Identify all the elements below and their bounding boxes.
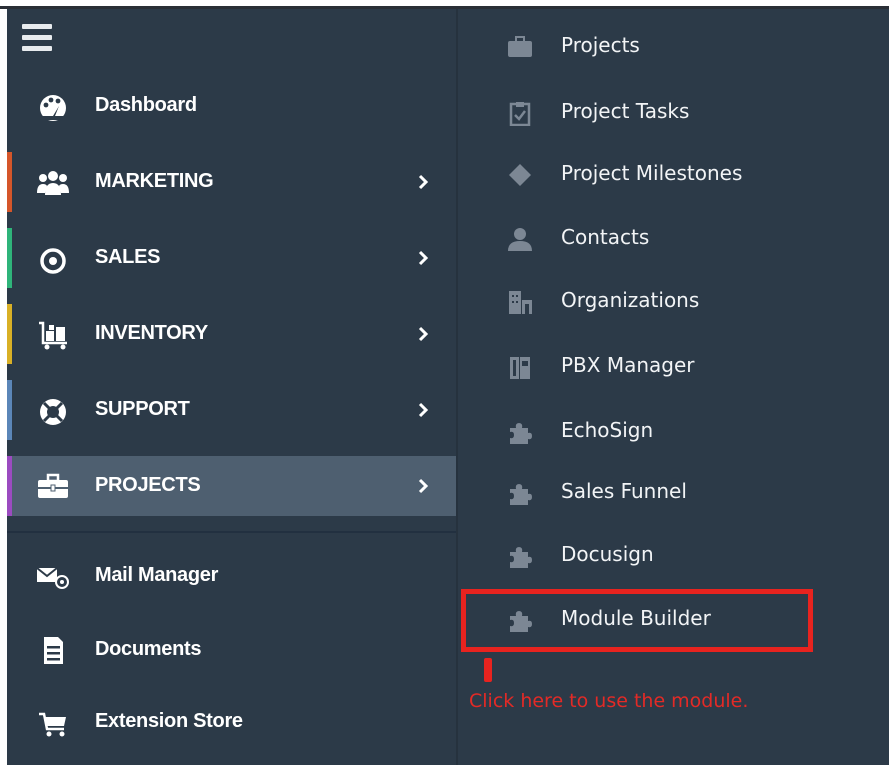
- cart-boxes-icon: [39, 321, 67, 350]
- sidebar-item-inventory[interactable]: INVENTORY: [7, 304, 456, 364]
- sidebar-item-label: SALES: [95, 246, 161, 268]
- document-icon: [44, 637, 63, 664]
- annotation-text: Click here to use the module.: [469, 690, 749, 712]
- sidebar-item-extension-store[interactable]: Extension Store: [7, 692, 456, 752]
- sidebar-item-label: INVENTORY: [95, 322, 208, 344]
- cart-icon: [39, 712, 66, 737]
- sidebar-item-documents[interactable]: Documents: [7, 620, 456, 680]
- sidebar-item-sales[interactable]: SALES: [7, 228, 456, 288]
- chevron-right-icon: [418, 326, 429, 342]
- sidebar-item-mail-manager[interactable]: Mail Manager: [7, 546, 456, 606]
- sidebar-item-label: Mail Manager: [95, 564, 219, 586]
- chevron-right-icon: [418, 402, 429, 418]
- highlight-box: [461, 589, 813, 652]
- submenu-item-project-milestones[interactable]: Project Milestones: [457, 146, 889, 204]
- lifebuoy-icon: [40, 399, 66, 425]
- sidebar-item-label: MARKETING: [95, 170, 214, 192]
- inventory-accent-bar: [7, 304, 12, 364]
- sidebar-item-label: Extension Store: [95, 710, 243, 732]
- sidebar-item-label: Documents: [95, 638, 202, 660]
- sidebar-item-label: PROJECTS: [95, 474, 201, 496]
- phone-box-icon: [510, 357, 530, 379]
- target-icon: [40, 248, 66, 274]
- submenu-item-docusign[interactable]: Docusign: [457, 527, 889, 585]
- chevron-right-icon: [418, 478, 429, 494]
- chevron-right-icon: [418, 250, 429, 266]
- submenu-item-pbx-manager[interactable]: PBX Manager: [457, 338, 889, 396]
- puzzle-icon: [510, 547, 532, 568]
- buildings-icon: [509, 291, 532, 314]
- submenu-item-label: Sales Funnel: [561, 479, 687, 503]
- person-icon: [508, 228, 532, 251]
- submenu-item-label: PBX Manager: [561, 353, 695, 377]
- submenu-item-contacts[interactable]: Contacts: [457, 210, 889, 268]
- submenu-item-label: Project Tasks: [561, 99, 690, 123]
- sales-accent-bar: [7, 228, 12, 288]
- sidebar-item-label: Dashboard: [95, 94, 197, 116]
- diamond-icon: [509, 164, 531, 186]
- sidebar-item-marketing[interactable]: MARKETING: [7, 152, 456, 212]
- briefcase-icon: [508, 36, 532, 57]
- submenu-item-projects[interactable]: Projects: [457, 18, 889, 76]
- submenu-item-project-tasks[interactable]: Project Tasks: [457, 84, 889, 142]
- annotation-pointer: [484, 658, 492, 682]
- mail-at-icon: [36, 567, 69, 589]
- sidebar-item-label: SUPPORT: [95, 398, 190, 420]
- puzzle-icon: [510, 423, 532, 444]
- submenu-item-echosign[interactable]: EchoSign: [457, 403, 889, 461]
- app-frame: Dashboard MARKETING SALES INVENTORY SUPP…: [0, 0, 889, 765]
- users-group-icon: [37, 171, 69, 195]
- submenu-item-label: Contacts: [561, 225, 650, 249]
- submenu-item-label: Docusign: [561, 542, 654, 566]
- palette-dashboard-icon: [40, 95, 66, 121]
- submenu-item-sales-funnel[interactable]: Sales Funnel: [457, 464, 889, 522]
- projects-accent-bar: [7, 456, 12, 516]
- sidebar-item-projects[interactable]: PROJECTS: [7, 456, 456, 516]
- sidebar-divider: [7, 531, 456, 533]
- sidebar-item-support[interactable]: SUPPORT: [7, 380, 456, 440]
- support-accent-bar: [7, 380, 12, 440]
- hamburger-menu-icon[interactable]: [22, 22, 52, 56]
- submenu-item-organizations[interactable]: Organizations: [457, 273, 889, 331]
- submenu-item-label: Projects: [561, 33, 640, 57]
- marketing-accent-bar: [7, 152, 12, 212]
- chevron-right-icon: [418, 174, 429, 190]
- clipboard-check-icon: [509, 102, 531, 126]
- puzzle-icon: [510, 484, 532, 505]
- submenu-item-label: EchoSign: [561, 418, 654, 442]
- briefcase-icon: [38, 473, 68, 498]
- submenu-item-label: Project Milestones: [561, 161, 743, 185]
- sidebar-item-dashboard[interactable]: Dashboard: [7, 76, 456, 136]
- submenu-item-label: Organizations: [561, 288, 700, 312]
